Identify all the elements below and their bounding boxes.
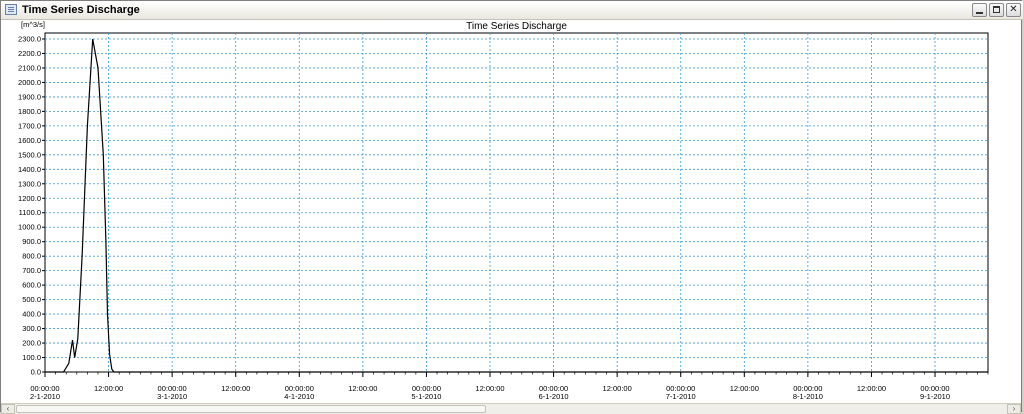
y-tick-label: 500.0 [22,295,41,304]
y-tick-label: 700.0 [22,266,41,275]
y-tick-label: 1100.0 [19,208,41,217]
y-tick-label: 1800.0 [18,107,41,116]
x-tick-time-label: 12:00:00 [348,384,377,393]
y-tick-label: 600.0 [22,281,41,290]
y-tick-label: 100.0 [22,353,41,362]
maximize-icon [993,6,1000,13]
x-tick-date-label: 9-1-2010 [920,392,950,401]
y-tick-label: 2300.0 [18,35,41,44]
y-tick-label: 1700.0 [18,121,41,130]
x-tick-time-label: 12:00:00 [221,384,250,393]
y-tick-label: 1000.0 [18,223,41,232]
scroll-left-button[interactable]: ‹ [1,404,15,414]
minimize-button[interactable] [972,3,987,17]
y-tick-label: 900.0 [22,237,41,246]
window-title: Time Series Discharge [22,4,140,16]
chart-area: Time Series Discharge [m^3/s] 0.0 100.0 200.… [1,20,1021,403]
y-tick-label: 1300.0 [18,179,41,188]
y-tick-label: 1500.0 [18,150,41,159]
y-tick-label: 1400.0 [18,165,41,174]
y-tick-label: 2100.0 [18,63,41,72]
x-tick-time-label: 12:00:00 [475,384,504,393]
x-tick-time-label: 12:00:00 [603,384,632,393]
y-axis-label: [m^3/s] [21,20,45,29]
discharge-chart: Time Series Discharge [m^3/s] 0.0 100.0 200.… [18,20,989,401]
chart-window-icon [5,4,17,15]
y-tick-label: 400.0 [22,310,41,319]
discharge-series-line [45,38,988,373]
x-tick-date-label: 8-1-2010 [793,392,823,401]
close-icon: ✕ [1009,4,1018,15]
y-tick-label: 1900.0 [18,92,41,101]
y-tick-label: 1200.0 [18,194,41,203]
y-tick-label: 2200.0 [18,49,41,58]
x-tick-date-label: 2-1-2010 [30,392,60,401]
y-tick-label: 2000.0 [18,78,41,87]
x-tick-date-label: 6-1-2010 [539,392,569,401]
maximize-button[interactable] [989,3,1004,17]
app-window: Time Series Discharge ✕ Time Series Disc… [0,0,1023,414]
horizontal-scrollbar[interactable]: ‹ › [1,403,1021,414]
y-tick-label: 800.0 [22,252,41,261]
minimize-icon [976,12,983,14]
scroll-thumb[interactable] [16,405,486,413]
y-tick-label: 200.0 [22,339,41,348]
close-button[interactable]: ✕ [1006,3,1021,17]
plot-frame [44,32,989,373]
x-tick-time-label: 12:00:00 [94,384,123,393]
y-tick-label: 300.0 [22,324,41,333]
scroll-right-button[interactable]: › [1007,404,1021,414]
chart-title: Time Series Discharge [466,21,567,32]
x-tick-date-label: 7-1-2010 [666,392,696,401]
title-bar[interactable]: Time Series Discharge ✕ [1,1,1023,20]
y-tick-label: 1600.0 [18,136,41,145]
x-tick-time-label: 12:00:00 [730,384,759,393]
x-tick-date-label: 5-1-2010 [411,392,441,401]
x-tick-date-label: 3-1-2010 [157,392,187,401]
x-tick-date-label: 4-1-2010 [284,392,314,401]
y-tick-label: 0.0 [31,368,41,377]
x-tick-time-label: 12:00:00 [857,384,886,393]
